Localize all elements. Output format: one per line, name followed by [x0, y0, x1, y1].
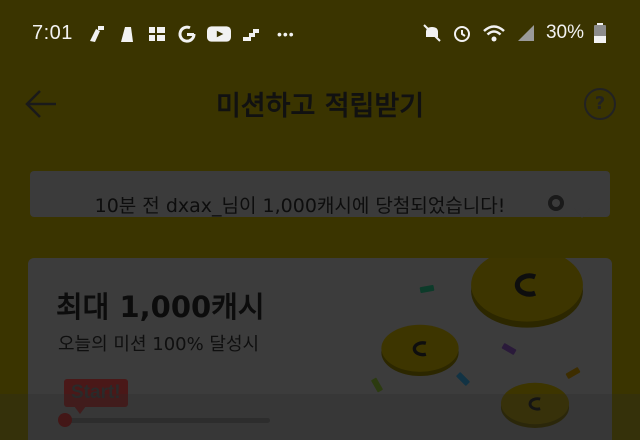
- cleaner-icon: [120, 26, 133, 42]
- confetti: [501, 342, 517, 356]
- coin-icon: [471, 258, 583, 328]
- bottom-overlay: [0, 394, 640, 440]
- confetti: [455, 371, 471, 387]
- status-bar-left: 7:01 •••: [32, 22, 295, 45]
- wifi-icon: [483, 25, 505, 42]
- mute-icon: [423, 24, 441, 42]
- winner-notice-text: 10분 전 dxax_님이 1,000캐시에 당첨되었습니다!: [94, 195, 506, 217]
- g-app-icon: [178, 25, 196, 43]
- mission-max-reward: 최대 1,000캐시: [56, 290, 265, 324]
- grid-icon: [148, 26, 165, 41]
- battery-icon: [594, 23, 606, 43]
- winner-notice-banner: 10분 전 dxax_님이 1,000캐시에 당첨되었습니다!: [30, 171, 610, 217]
- battery-percent: 30%: [545, 22, 584, 43]
- mission-condition: 오늘의 미션 100% 달성시: [58, 334, 260, 355]
- coin-icon: [381, 324, 459, 377]
- stairs-icon: [242, 28, 259, 41]
- app-bar: 미션하고 적립받기 ?: [0, 72, 640, 136]
- signal-icon: [517, 25, 534, 41]
- cleaner-icon: [89, 25, 104, 42]
- status-bar-right: 30%: [422, 22, 606, 44]
- alarm-icon: [453, 26, 470, 42]
- notice-pointer: [574, 208, 590, 218]
- confetti: [419, 284, 435, 294]
- more-notifications-icon: •••: [276, 25, 295, 42]
- confetti: [565, 366, 581, 380]
- status-time: 7:01: [32, 22, 73, 44]
- help-icon[interactable]: ?: [584, 88, 616, 120]
- status-bar: 7:01 ••• 30%: [0, 0, 640, 72]
- coin-icon: [548, 195, 564, 211]
- youtube-icon: [206, 25, 231, 42]
- page-title: 미션하고 적립받기: [215, 91, 425, 122]
